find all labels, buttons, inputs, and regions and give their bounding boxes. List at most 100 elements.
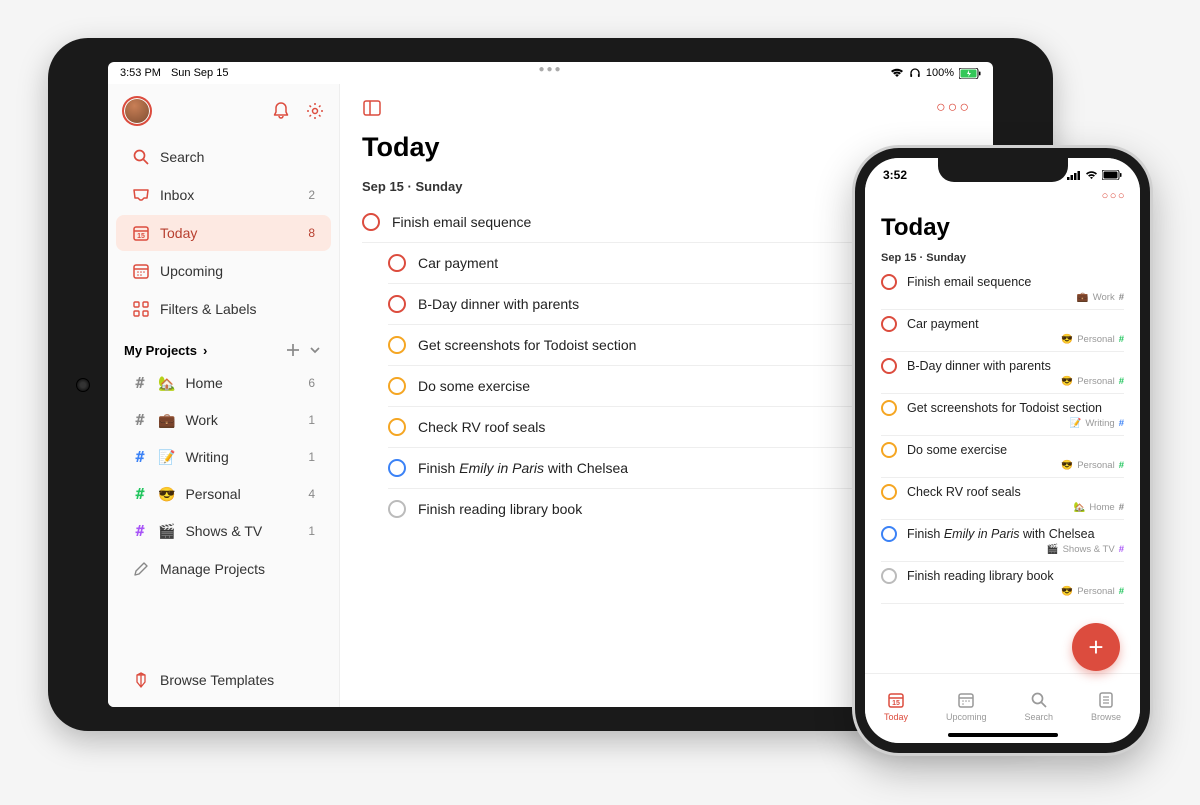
manage-projects[interactable]: Manage Projects	[116, 551, 331, 587]
project-emoji: 😎	[158, 486, 175, 503]
nav-count: 2	[308, 188, 315, 202]
task-checkbox[interactable]	[388, 254, 406, 272]
tab-browse[interactable]: Browse	[1091, 690, 1121, 722]
manage-label: Manage Projects	[160, 561, 265, 577]
upcoming-icon	[956, 690, 976, 710]
avatar[interactable]	[122, 96, 152, 126]
task-checkbox[interactable]	[881, 526, 897, 542]
task-tag[interactable]: 😎 Personal #	[881, 460, 1124, 471]
more-icon[interactable]: ○○○	[936, 99, 971, 117]
tab-upcoming[interactable]: Upcoming	[946, 690, 987, 722]
task-tag[interactable]: 😎 Personal #	[881, 376, 1124, 387]
sidebar-item-filters[interactable]: Filters & Labels	[116, 291, 331, 327]
tag-label: Home	[1089, 502, 1114, 513]
sidebar-item-upcoming[interactable]: Upcoming	[116, 253, 331, 289]
gear-icon[interactable]	[305, 101, 325, 121]
task-tag[interactable]: 💼 Work #	[881, 292, 1124, 303]
task-text: Get screenshots for Todoist section	[907, 401, 1102, 415]
tag-emoji: 💼	[1077, 292, 1089, 303]
sidebar-item-today[interactable]: 15 Today 8	[116, 215, 331, 251]
signal-icon	[1067, 170, 1081, 180]
sidebar-item-search[interactable]: Search	[116, 139, 331, 175]
project-item[interactable]: # 💼 Work 1	[116, 402, 331, 438]
task-checkbox[interactable]	[388, 500, 406, 518]
task-row[interactable]: Finish reading library book 😎 Personal #	[881, 562, 1124, 604]
task-checkbox[interactable]	[881, 484, 897, 500]
tab-today[interactable]: 15 Today	[884, 690, 908, 722]
battery-percent: 100%	[926, 67, 954, 79]
project-count: 4	[308, 487, 315, 501]
multitask-dots[interactable]: ●●●	[538, 64, 562, 75]
projects-header[interactable]: My Projects ›	[108, 328, 339, 364]
task-row[interactable]: Check RV roof seals 🏡 Home #	[881, 478, 1124, 520]
task-checkbox[interactable]	[881, 400, 897, 416]
task-checkbox[interactable]	[881, 274, 897, 290]
task-text: Finish Emily in Paris with Chelsea	[418, 460, 628, 476]
task-tag[interactable]: 🎬 Shows & TV #	[881, 544, 1124, 555]
project-item[interactable]: # 🏡 Home 6	[116, 365, 331, 401]
battery-icon	[959, 68, 981, 79]
task-text: Car payment	[418, 255, 498, 271]
hash-icon: #	[1119, 418, 1124, 429]
tag-emoji: 😎	[1061, 376, 1073, 387]
project-item[interactable]: # 🎬 Shows & TV 1	[116, 513, 331, 549]
bell-icon[interactable]	[271, 101, 291, 121]
task-row[interactable]: Finish email sequence 💼 Work #	[881, 268, 1124, 310]
task-text: B-Day dinner with parents	[418, 296, 579, 312]
task-text: Finish Emily in Paris with Chelsea	[907, 527, 1095, 541]
panel-toggle-icon[interactable]	[362, 98, 382, 118]
iphone-date: Sep 15 · Sunday	[881, 252, 1124, 264]
tag-label: Personal	[1077, 334, 1115, 345]
task-checkbox[interactable]	[388, 377, 406, 395]
tab-label: Search	[1024, 712, 1053, 722]
task-text: B-Day dinner with parents	[907, 359, 1051, 373]
tab-search[interactable]: Search	[1024, 690, 1053, 722]
task-row[interactable]: Do some exercise 😎 Personal #	[881, 436, 1124, 478]
tag-emoji: 😎	[1061, 334, 1073, 345]
project-emoji: 📝	[158, 449, 175, 466]
task-checkbox[interactable]	[362, 213, 380, 231]
task-text: Finish reading library book	[907, 569, 1054, 583]
task-text: Get screenshots for Todoist section	[418, 337, 636, 353]
task-text: Finish email sequence	[392, 214, 531, 230]
task-tag[interactable]: 📝 Writing #	[881, 418, 1124, 429]
task-tag[interactable]: 😎 Personal #	[881, 586, 1124, 597]
task-checkbox[interactable]	[388, 336, 406, 354]
chevron-down-icon[interactable]	[307, 342, 323, 358]
task-text: Do some exercise	[418, 378, 530, 394]
tag-label: Personal	[1077, 460, 1115, 471]
task-row[interactable]: Finish Emily in Paris with Chelsea 🎬 Sho…	[881, 520, 1124, 562]
sidebar-item-inbox[interactable]: Inbox 2	[116, 177, 331, 213]
browse-templates[interactable]: Browse Templates	[116, 662, 331, 698]
hash-icon: #	[1119, 460, 1124, 471]
task-row[interactable]: Car payment 😎 Personal #	[881, 310, 1124, 352]
task-row[interactable]: Get screenshots for Todoist section 📝 Wr…	[881, 394, 1124, 436]
filters-icon	[132, 300, 150, 318]
project-item[interactable]: # 😎 Personal 4	[116, 476, 331, 512]
project-count: 6	[308, 376, 315, 390]
task-checkbox[interactable]	[881, 316, 897, 332]
more-icon[interactable]: ○○○	[1102, 190, 1126, 202]
task-text: Finish email sequence	[907, 275, 1031, 289]
task-checkbox[interactable]	[881, 568, 897, 584]
nav-count: 8	[308, 226, 315, 240]
wifi-icon	[890, 68, 904, 78]
task-checkbox[interactable]	[881, 358, 897, 374]
tag-label: Shows & TV	[1063, 544, 1115, 555]
today-icon: 15	[132, 224, 150, 242]
task-checkbox[interactable]	[388, 295, 406, 313]
tag-label: Personal	[1077, 376, 1115, 387]
task-checkbox[interactable]	[881, 442, 897, 458]
project-item[interactable]: # 📝 Writing 1	[116, 439, 331, 475]
ipad-home-button[interactable]	[76, 378, 90, 392]
plus-icon[interactable]	[285, 342, 301, 358]
task-checkbox[interactable]	[388, 418, 406, 436]
task-row[interactable]: B-Day dinner with parents 😎 Personal #	[881, 352, 1124, 394]
task-tag[interactable]: 😎 Personal #	[881, 334, 1124, 345]
project-emoji: 🏡	[158, 375, 175, 392]
home-indicator[interactable]	[948, 733, 1058, 737]
task-checkbox[interactable]	[388, 459, 406, 477]
task-tag[interactable]: 🏡 Home #	[881, 502, 1124, 513]
add-task-button[interactable]: +	[1072, 623, 1120, 671]
project-count: 1	[308, 413, 315, 427]
